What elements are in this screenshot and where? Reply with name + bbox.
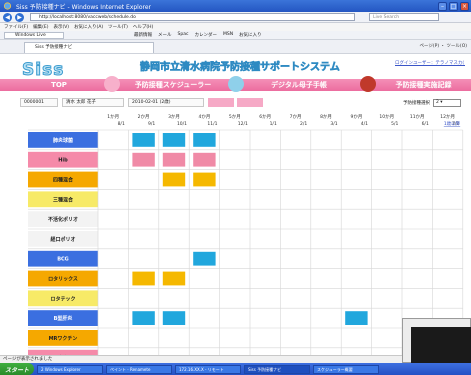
vaccine-label-0: 肺炎球菌 bbox=[53, 137, 73, 144]
menu-item-1[interactable]: 編集(E) bbox=[33, 24, 48, 30]
address-toolbar: ◀ ▶ http://localhost:8080/vaccweb/schedu… bbox=[0, 12, 471, 23]
month-header-6: 7か月 bbox=[290, 113, 302, 120]
menu-item-3[interactable]: お気に入り(A) bbox=[74, 24, 103, 30]
address-input[interactable]: http://localhost:8080/vaccweb/schedule.d… bbox=[30, 13, 355, 21]
overlay-window[interactable] bbox=[402, 318, 471, 363]
forward-icon[interactable]: ▶ bbox=[15, 12, 24, 22]
month-header-2: 3か月 bbox=[168, 113, 180, 120]
start-button[interactable]: スタート bbox=[0, 363, 34, 375]
vaccine-label-5: 経口ポリオ bbox=[50, 236, 75, 243]
vaccine-chip-13[interactable] bbox=[345, 311, 368, 325]
vaccine-chip-3[interactable] bbox=[132, 152, 155, 167]
maximize-button[interactable]: □ bbox=[449, 1, 458, 11]
vaccine-chip-0[interactable] bbox=[132, 133, 155, 147]
vaccine-chip-7[interactable] bbox=[193, 172, 216, 187]
vaccine-chip-8[interactable] bbox=[193, 251, 216, 266]
month-header-7: 8か月 bbox=[320, 113, 332, 120]
close-button[interactable]: × bbox=[460, 1, 469, 11]
vaccine-label-9: B型肝炎 bbox=[54, 315, 74, 322]
vaccine-label-1: Hib bbox=[58, 158, 68, 164]
tab-tools[interactable]: ページ(P) ・ ツール(O) bbox=[419, 43, 467, 49]
vaccine-label-3: 三種混合 bbox=[53, 196, 74, 203]
month-header-0: 1か月 bbox=[107, 113, 119, 120]
live-item-2[interactable]: Spac bbox=[178, 32, 189, 38]
live-item-5[interactable]: お気に入り bbox=[239, 32, 262, 38]
vaccine-chip-11[interactable] bbox=[132, 311, 155, 325]
vaccine-chip-1[interactable] bbox=[162, 133, 186, 147]
taskbar-item-1[interactable]: ペイント - Renamete bbox=[106, 364, 172, 374]
month-header-11: 12か月 bbox=[440, 113, 455, 120]
vaccine-label-8: ロタテック bbox=[50, 295, 75, 302]
live-item-3[interactable]: カレンダー bbox=[194, 32, 217, 38]
taskbar-item-0[interactable]: 2 Windows Explorer bbox=[37, 364, 103, 374]
month-date-4: 12/1 bbox=[238, 121, 248, 127]
month-date-7: 3/1 bbox=[330, 121, 337, 127]
taskbar-item-4[interactable]: スケジューラー概要 bbox=[313, 364, 379, 374]
tab-bar: Siss 予防接種ナビ ページ(P) ・ ツール(O) bbox=[0, 40, 471, 54]
vaccine-chip-2[interactable] bbox=[193, 133, 216, 147]
month-header-9: 10か月 bbox=[379, 113, 394, 120]
window-titlebar: Siss 予防接種ナビ - Windows Internet Explorer … bbox=[0, 0, 471, 12]
window-title: Siss 予防接種ナビ - Windows Internet Explorer bbox=[16, 3, 152, 11]
overlay-window-content bbox=[411, 327, 471, 363]
vaccine-chip-6[interactable] bbox=[162, 172, 186, 187]
taskbar-item-2[interactable]: 172.16.XX.X - リモート bbox=[175, 364, 241, 374]
minimize-button[interactable]: – bbox=[438, 1, 447, 11]
vaccine-label-7: ロタリックス bbox=[48, 276, 78, 283]
month-header-1: 2か月 bbox=[138, 113, 150, 120]
month-date-6: 2/1 bbox=[300, 121, 307, 127]
menu-item-5[interactable]: ヘルプ(H) bbox=[133, 24, 153, 30]
live-toolbar: Windows Live 最新情報 メール Spac カレンダー MSN お気に入り bbox=[0, 31, 471, 40]
vaccine-label-2: 四種混合 bbox=[53, 177, 74, 184]
vaccine-label-6: BCG bbox=[57, 257, 69, 263]
live-item-4[interactable]: MSN bbox=[223, 32, 233, 38]
month-date-2: 10/1 bbox=[177, 121, 187, 127]
vaccine-chip-12[interactable] bbox=[162, 311, 186, 325]
menu-bar: ファイル(F) 編集(E) 表示(V) お気に入り(A) ツール(T) ヘルプ(H) bbox=[0, 23, 471, 31]
month-date-5: 1/1 bbox=[270, 121, 277, 127]
back-icon[interactable]: ◀ bbox=[3, 12, 12, 22]
vaccine-chip-5[interactable] bbox=[193, 152, 216, 167]
status-bar: ページが表示されました bbox=[0, 355, 471, 363]
menu-item-4[interactable]: ツール(T) bbox=[108, 24, 128, 30]
tab-siss[interactable]: Siss 予防接種ナビ bbox=[24, 42, 154, 53]
month-date-0: 8/1 bbox=[118, 121, 125, 127]
taskbar: スタート 2 Windows Explorer ペイント - Renamete 17… bbox=[0, 363, 471, 375]
live-toolbar-items: 最新情報 メール Spac カレンダー MSN お気に入り bbox=[134, 32, 262, 38]
site-content: Siss 静岡市立清水病院予防接種サポートシステム ログインユーザー：テラノマス… bbox=[0, 54, 471, 355]
vaccine-label-10: MRワクチン bbox=[49, 335, 78, 342]
month-header-3: 4か月 bbox=[198, 113, 210, 120]
month-header-10: 11か月 bbox=[410, 113, 425, 120]
vaccine-chip-10[interactable] bbox=[162, 271, 186, 286]
month-header-5: 6か月 bbox=[259, 113, 271, 120]
taskbar-item-3[interactable]: Siss 予防接種ナビ bbox=[244, 364, 310, 374]
menu-item-2[interactable]: 表示(V) bbox=[53, 24, 69, 30]
print-link[interactable]: 1歳以降 bbox=[444, 120, 461, 127]
vaccine-chip-9[interactable] bbox=[132, 271, 155, 286]
live-item-0[interactable]: 最新情報 bbox=[134, 32, 152, 38]
month-header-8: 9か月 bbox=[350, 113, 362, 120]
schedule-grid: 1か月8/1 2か月9/1 3か月10/1 4か月11/1 5か月12/1 6か月1/1 7… bbox=[28, 113, 464, 355]
internet-explorer-icon bbox=[3, 2, 12, 10]
vaccine-chip-4[interactable] bbox=[162, 152, 186, 167]
vaccine-label-4: 不活化ポリオ bbox=[48, 216, 78, 223]
month-date-1: 9/1 bbox=[148, 121, 155, 127]
month-date-3: 11/1 bbox=[207, 121, 217, 127]
live-item-1[interactable]: メール bbox=[158, 32, 172, 38]
menu-item-0[interactable]: ファイル(F) bbox=[4, 24, 28, 30]
month-date-8: 4/1 bbox=[361, 121, 368, 127]
search-input[interactable]: Live Search bbox=[369, 13, 439, 21]
month-date-10: 6/1 bbox=[422, 121, 429, 127]
live-search-field[interactable]: Windows Live bbox=[4, 31, 64, 39]
month-header-4: 5か月 bbox=[229, 113, 241, 120]
month-date-9: 5/1 bbox=[391, 121, 398, 127]
